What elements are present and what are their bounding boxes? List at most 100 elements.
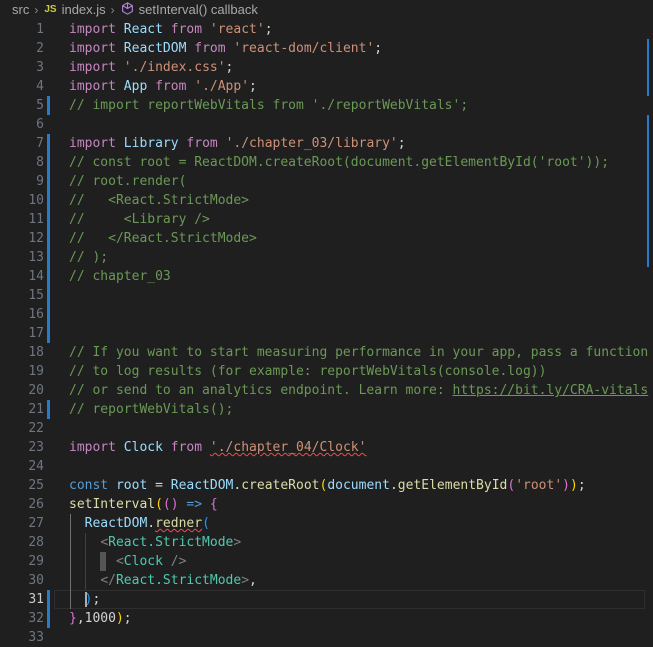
- git-change-marker[interactable]: [47, 229, 50, 248]
- code-line[interactable]: 7 import Library from './chapter_03/libra…: [0, 134, 653, 153]
- code-line[interactable]: 31 );: [0, 590, 653, 609]
- code-token: 'root': [515, 478, 563, 493]
- code-line[interactable]: 21 // reportWebVitals();: [0, 400, 653, 419]
- git-change-marker[interactable]: [47, 153, 50, 172]
- code-token: React.StrictMode: [115, 573, 242, 588]
- code-line[interactable]: 6: [0, 115, 653, 134]
- line-number: 32: [28, 611, 44, 626]
- git-change-marker[interactable]: [47, 134, 50, 153]
- code-line[interactable]: 12 // </React.StrictMode>: [0, 229, 653, 248]
- code-line[interactable]: 13 // );: [0, 248, 653, 267]
- git-change-marker[interactable]: [47, 172, 50, 191]
- code-line[interactable]: 5 // import reportWebVitals from './repor…: [0, 96, 653, 115]
- code-line[interactable]: 4 import App from './App';: [0, 77, 653, 96]
- git-change-marker[interactable]: [47, 191, 50, 210]
- code-line[interactable]: 33: [0, 628, 653, 647]
- code-line[interactable]: 16: [0, 305, 653, 324]
- code-text: // </React.StrictMode>: [69, 229, 257, 248]
- scrollbar-change-marker[interactable]: [647, 39, 649, 96]
- code-token: from: [194, 41, 226, 56]
- code-token: ;: [249, 79, 257, 94]
- git-change-marker[interactable]: [47, 96, 50, 115]
- breadcrumb-folder[interactable]: src: [12, 2, 29, 17]
- code-line[interactable]: 1 import React from 'react';: [0, 20, 653, 39]
- code-line[interactable]: 11 // <Library />: [0, 210, 653, 229]
- code-token: (): [162, 497, 179, 512]
- code-line[interactable]: 8 // const root = ReactDOM.createRoot(doc…: [0, 153, 653, 172]
- code-token: // );: [69, 250, 109, 265]
- code-line[interactable]: 27 ReactDOM.redner(: [0, 514, 653, 533]
- code-line[interactable]: 22: [0, 419, 653, 438]
- code-line[interactable]: 17: [0, 324, 653, 343]
- line-number: 18: [28, 345, 44, 360]
- breadcrumb-file[interactable]: JS index.js: [44, 2, 105, 17]
- code-line[interactable]: 2 import ReactDOM from 'react-dom/client'…: [0, 39, 653, 58]
- breadcrumb-symbol[interactable]: setInterval() callback: [121, 1, 258, 18]
- code-line[interactable]: 9 // root.render(: [0, 172, 653, 191]
- code-line[interactable]: 19 // to log results (for example: report…: [0, 362, 653, 381]
- git-change-marker[interactable]: [47, 324, 50, 343]
- git-change-marker[interactable]: [47, 305, 50, 324]
- code-token: ): [562, 478, 570, 493]
- code-line[interactable]: 29 <Clock />: [0, 552, 653, 571]
- code-token: </: [100, 573, 116, 588]
- code-token: ): [115, 611, 124, 626]
- code-line[interactable]: 30 </React.StrictMode>,: [0, 571, 653, 590]
- git-change-marker[interactable]: [47, 590, 50, 609]
- code-token: from: [170, 440, 203, 455]
- javascript-file-icon: JS: [44, 4, 57, 15]
- code-line[interactable]: 32},1000);: [0, 609, 653, 628]
- code-token: // <React.StrictMode>: [69, 193, 250, 208]
- code-token: './chapter_04/Clock': [209, 440, 367, 455]
- code-token: getElementById: [397, 478, 508, 493]
- line-number: 26: [28, 497, 44, 512]
- code-line[interactable]: 24: [0, 457, 653, 476]
- code-token: setInterval: [69, 497, 156, 512]
- code-token: (: [507, 478, 516, 493]
- code-text: ReactDOM.redner(: [69, 514, 210, 533]
- line-number: 24: [28, 459, 44, 474]
- code-token: ): [569, 478, 578, 493]
- line-number: 10: [28, 193, 44, 208]
- code-line[interactable]: 10 // <React.StrictMode>: [0, 191, 653, 210]
- git-change-marker[interactable]: [47, 210, 50, 229]
- code-line[interactable]: 26 setInterval(() => {: [0, 495, 653, 514]
- code-line[interactable]: 15: [0, 286, 653, 305]
- code-token: .: [147, 516, 156, 531]
- git-change-marker[interactable]: [47, 286, 50, 305]
- breadcrumb-file-label: index.js: [61, 2, 106, 17]
- line-number: 25: [28, 478, 44, 493]
- code-token: // </React.StrictMode>: [69, 231, 257, 246]
- scrollbar-change-marker[interactable]: [647, 115, 649, 153]
- code-token: ;: [397, 136, 406, 151]
- git-change-marker[interactable]: [47, 248, 50, 267]
- code-line[interactable]: 20 // or send to an analytics endpoint. L…: [0, 381, 653, 400]
- code-editor[interactable]: 1 import React from 'react'; 2 import React…: [0, 19, 653, 646]
- git-change-marker[interactable]: [47, 609, 50, 628]
- git-change-marker[interactable]: [47, 267, 50, 286]
- line-number: 2: [36, 41, 44, 56]
- code-line[interactable]: 23 import Clock from './chapter_04/Clock': [0, 438, 653, 457]
- code-line[interactable]: 14 // chapter_03: [0, 267, 653, 286]
- line-number: 20: [28, 383, 44, 398]
- scrollbar-change-marker[interactable]: [647, 153, 649, 267]
- code-token: from: [170, 22, 203, 37]
- code-line[interactable]: 28 <React.StrictMode>: [0, 533, 653, 552]
- line-number: 30: [28, 573, 44, 588]
- line-number: 8: [36, 155, 44, 170]
- code-line[interactable]: 25 const root = ReactDOM. createRoot (docum…: [0, 476, 653, 495]
- code-text: import ReactDOM from 'react-dom/client';: [69, 39, 382, 58]
- code-line[interactable]: 18 // If you want to start measuring perf…: [0, 343, 653, 362]
- line-number: 14: [28, 269, 44, 284]
- code-line[interactable]: 3 import './index.css';: [0, 58, 653, 77]
- git-change-marker[interactable]: [47, 400, 50, 419]
- code-token: }: [69, 611, 77, 626]
- line-number: 12: [28, 231, 44, 246]
- code-token: redner: [155, 516, 203, 531]
